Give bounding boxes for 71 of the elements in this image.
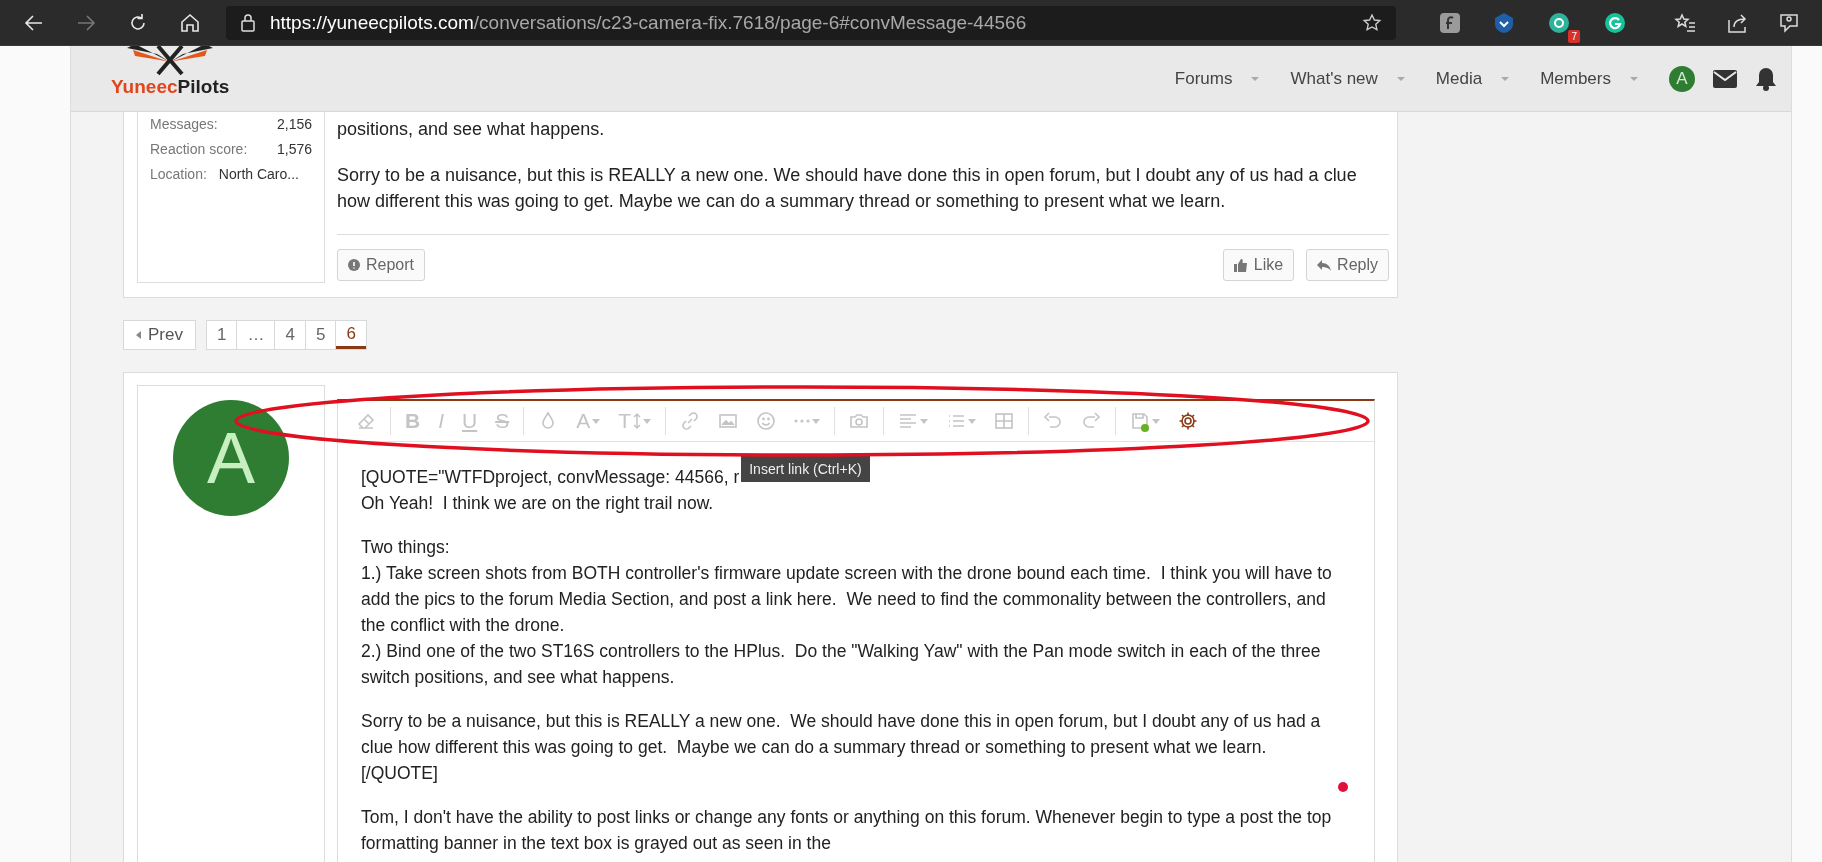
redo-icon (1081, 411, 1102, 431)
prev-page-button[interactable]: Prev (123, 320, 196, 350)
stat-value: 2,156 (276, 115, 312, 134)
like-button[interactable]: Like (1222, 249, 1295, 281)
extension-icon[interactable] (1548, 11, 1570, 34)
site-logo[interactable]: YuneecPilots (111, 46, 230, 98)
caret-icon (812, 418, 821, 424)
user-avatar[interactable]: A (1669, 65, 1695, 92)
text-editor[interactable] (337, 399, 1375, 862)
editor-text-line: 2.) Bind one of the two ST16S controllers to the HPlus. Do the "Walking Yaw" with the Pan mode switch in each of the three switch positions, and see what happens. (361, 640, 1322, 689)
shield-icon[interactable] (1494, 11, 1514, 34)
caret-icon (643, 418, 652, 424)
share-icon[interactable] (1726, 11, 1748, 34)
gear-icon (1178, 411, 1199, 431)
table-icon (994, 411, 1015, 431)
nav-tab[interactable]: Members (1540, 68, 1639, 89)
notification-badge: 7 (1568, 29, 1580, 43)
caret-icon (968, 418, 977, 424)
caret-icon (920, 418, 929, 424)
status-dot (1338, 782, 1348, 792)
save-icon (1130, 411, 1151, 431)
logo-text: YuneecPilots (111, 76, 230, 98)
editor-text-line: 1.) Take screen shots from BOTH controller's firmware update screen with the drone bound each time. I think you will have to add the pics to the forum Media Section, and post a link here. We need to find the commonality between the controllers, and the conflict with the drone. (361, 562, 1333, 637)
message-text: Sorry to be a nuisance, but this is REALLY a new one. We should have done this in open forum, but I doubt any of us had a clue how different this was going to get. Maybe we can do a summary thread or something to present what we learn. (337, 164, 1358, 213)
favorites-icon[interactable] (1674, 11, 1696, 34)
eraser-icon (356, 411, 376, 431)
editor-text-line: Two things: (361, 536, 451, 559)
stat-label: Reaction score: (150, 140, 248, 159)
stat-value: 1,576 (276, 140, 312, 159)
alert-icon (348, 259, 360, 271)
editor-text-line: Tom, I don't have the ability to post links or change any fonts or anything on this forum. Whenever begin to type a post the top formatting banner in the text box is grayed out as seen in the (361, 806, 1333, 855)
star-icon[interactable] (1362, 12, 1382, 33)
link-icon (680, 411, 701, 431)
smiley-icon (756, 411, 777, 431)
nav-tab[interactable]: What's new (1290, 68, 1406, 89)
message-text: positions, and see what happens. (337, 118, 606, 141)
bell-icon[interactable] (1755, 66, 1777, 91)
caret-icon (136, 331, 142, 339)
thumbs-up-icon (1233, 258, 1248, 272)
mail-icon[interactable] (1713, 69, 1737, 88)
caret-icon (1395, 75, 1406, 82)
extension-icon[interactable] (1604, 11, 1626, 34)
nav-tab[interactable]: Forums (1174, 68, 1261, 89)
report-button[interactable]: Report (337, 249, 426, 281)
editor-text-line: [QUOTE="WTFDproject, convMessage: 44566, r (361, 466, 740, 489)
caret-icon (592, 418, 601, 424)
caret-icon (1152, 418, 1161, 424)
address-bar[interactable]: https://yuneecpilots.com/conversations/c23-camera-fix.7618/page-6#convMessage-44566 (226, 5, 1396, 40)
reply-button[interactable]: Reply (1306, 249, 1389, 281)
stat-value: North Caro... (218, 165, 299, 184)
more-icon (794, 419, 811, 423)
reply-arrow-icon (1317, 259, 1332, 271)
caret-icon (1500, 75, 1511, 82)
image-icon (718, 411, 739, 431)
align-icon (898, 411, 919, 431)
stat-label: Messages: (150, 115, 218, 134)
undo-icon (1043, 411, 1064, 431)
user-avatar: A (173, 400, 289, 516)
caret-icon (1629, 75, 1639, 82)
stat-label: Location: (150, 165, 207, 184)
nav-tab[interactable]: Media (1435, 68, 1511, 89)
editor-text-line: Sorry to be a nuisance, but this is REALLY a new one. We should have done this in open forum, but I doubt any of us had a clue how different this was going to get. Maybe we can do a summary thread or something to present what we learn. (361, 710, 1322, 759)
camera-icon (849, 411, 870, 431)
up-down-arrow-icon (633, 412, 642, 430)
lock-icon (240, 12, 256, 33)
tooltip: Insert link (Ctrl+K) (741, 456, 870, 482)
caret-icon (1250, 75, 1261, 82)
editor-text-line: Oh Yeah! I think we are on the right trail now. (361, 492, 715, 515)
editor-text-line: [/QUOTE] (361, 762, 439, 785)
url-text: https://yuneecpilots.com/conversations/c23-camera-fix.7618/page-6#convMessage-44566 (270, 11, 1028, 34)
feedback-icon[interactable] (1778, 11, 1800, 34)
